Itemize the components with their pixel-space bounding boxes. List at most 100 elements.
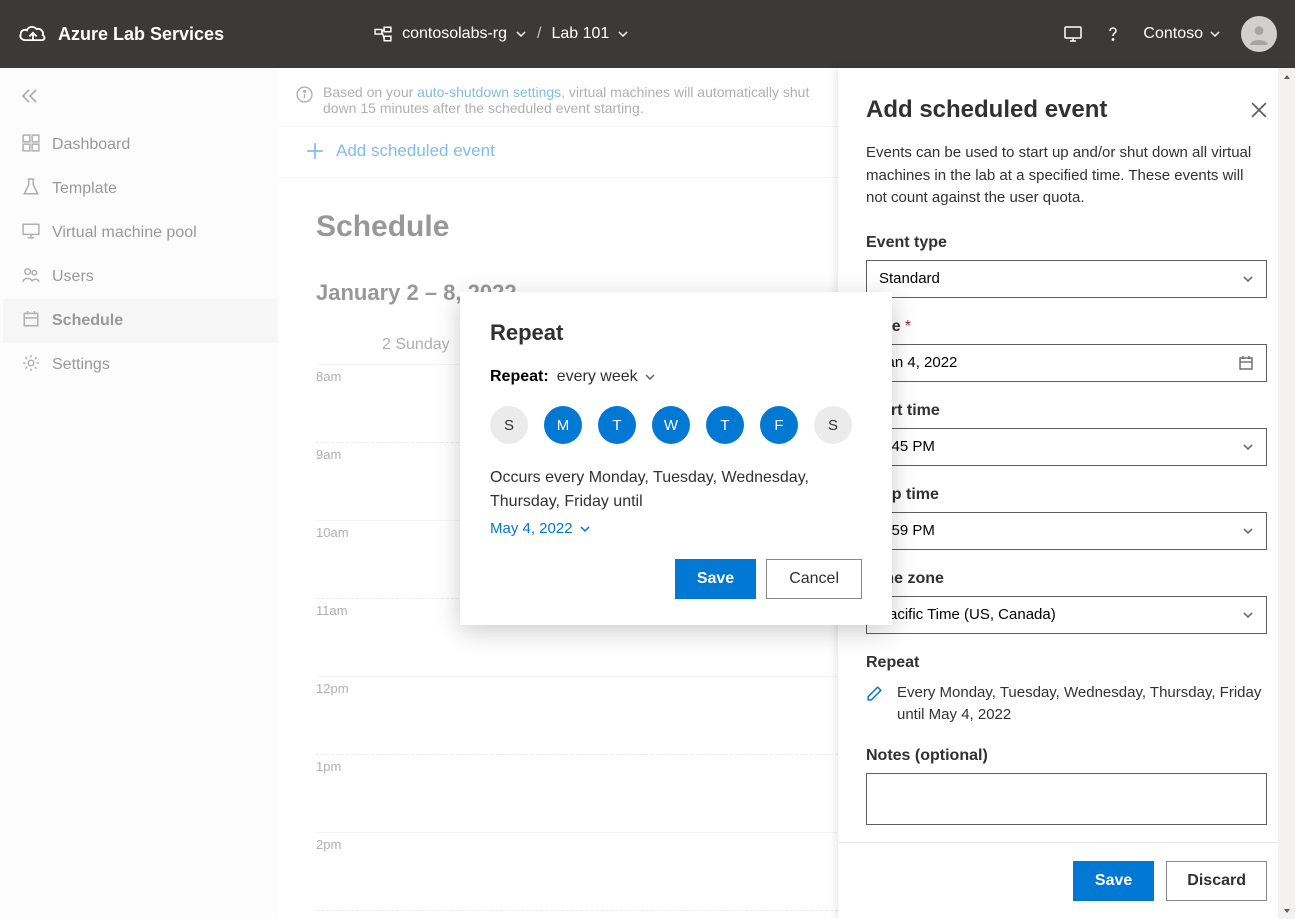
sidebar-item-label: Settings — [52, 356, 110, 374]
calendar-time-label: 10am — [316, 521, 382, 540]
topbar-right: Contoso — [1063, 16, 1277, 52]
schedule-heading: Schedule — [278, 178, 838, 252]
day-toggle-5[interactable]: F — [760, 406, 798, 444]
day-toggle-4[interactable]: T — [706, 406, 744, 444]
sidebar-item-settings[interactable]: Settings — [0, 343, 278, 387]
chevron-down-icon — [1242, 273, 1254, 285]
panel-save-button[interactable]: Save — [1073, 861, 1154, 901]
sidebar-item-schedule[interactable]: Schedule — [0, 299, 278, 343]
time-zone-select[interactable]: Pacific Time (US, Canada) — [866, 596, 1267, 634]
breadcrumb-separator: / — [537, 25, 541, 43]
modal-save-button[interactable]: Save — [675, 559, 756, 599]
sidebar: Dashboard Template Virtual machine pool Use… — [0, 68, 278, 919]
monitor-icon[interactable] — [1063, 24, 1083, 44]
close-icon[interactable] — [1251, 102, 1267, 118]
panel-title: Add scheduled event — [866, 96, 1107, 124]
sidebar-item-users[interactable]: Users — [0, 255, 278, 299]
scroll-down-icon[interactable] — [1278, 902, 1295, 919]
sidebar-item-label: Template — [52, 180, 117, 198]
sidebar-item-label: Users — [52, 268, 94, 286]
dashboard-icon — [22, 134, 40, 157]
collapse-sidebar-button[interactable] — [0, 84, 278, 123]
chevron-down-icon — [515, 28, 527, 40]
modal-actions: Save Cancel — [490, 559, 862, 599]
chevron-down-icon — [617, 28, 629, 40]
panel-header: Add scheduled event — [838, 68, 1295, 142]
scroll-up-icon[interactable] — [1278, 68, 1295, 85]
calendar-time-label: 2pm — [316, 833, 382, 852]
panel-discard-button[interactable]: Discard — [1166, 861, 1267, 901]
auto-shutdown-link[interactable]: auto-shutdown settings — [417, 84, 561, 100]
calendar-time-label: 12pm — [316, 677, 382, 696]
sidebar-item-label: Dashboard — [52, 136, 130, 154]
day-toggle-2[interactable]: T — [598, 406, 636, 444]
day-toggle-1[interactable]: M — [544, 406, 582, 444]
modal-cancel-button[interactable]: Cancel — [766, 559, 862, 599]
resource-group-icon — [374, 25, 392, 43]
occurs-text: Occurs every Monday, Tuesday, Wednesday,… — [490, 466, 862, 514]
repeat-summary-row: Every Monday, Tuesday, Wednesday, Thursd… — [866, 682, 1267, 727]
person-icon — [1248, 23, 1270, 45]
add-scheduled-event-button[interactable]: Add scheduled event — [278, 126, 838, 178]
repeat-summary-text: Every Monday, Tuesday, Wednesday, Thursd… — [897, 682, 1267, 727]
chevron-down-icon — [579, 523, 591, 535]
calendar-icon — [22, 310, 40, 333]
edit-icon[interactable] — [866, 685, 883, 702]
until-date-link[interactable]: May 4, 2022 — [490, 520, 862, 537]
help-icon[interactable] — [1103, 24, 1123, 44]
calendar-day-header: 2 Sunday — [382, 326, 450, 364]
stop-time-select[interactable]: 2:59 PM — [866, 512, 1267, 550]
day-toggle-3[interactable]: W — [652, 406, 690, 444]
brand-area: Azure Lab Services — [18, 23, 224, 45]
topbar: Azure Lab Services contosolabs-rg / Lab … — [0, 0, 1295, 68]
chevron-down-icon — [1242, 441, 1254, 453]
sidebar-item-dashboard[interactable]: Dashboard — [0, 123, 278, 167]
start-time-label: Start time — [866, 402, 1267, 420]
calendar-time-label: 11am — [316, 599, 382, 618]
time-zone-label: Time zone — [866, 570, 1267, 588]
people-icon — [22, 266, 40, 289]
calendar-row: 2pm — [316, 833, 838, 911]
monitor-icon — [22, 222, 40, 245]
panel-body: Events can be used to start up and/or sh… — [838, 142, 1295, 842]
event-type-label: Event type — [866, 234, 1267, 252]
notes-label: Notes (optional) — [866, 747, 1267, 765]
day-toggles: SMTWTFS — [490, 406, 862, 444]
calendar-row: 1pm — [316, 755, 838, 833]
scrollbar[interactable] — [1278, 68, 1295, 919]
breadcrumb-resource-group[interactable]: contosolabs-rg — [402, 25, 527, 43]
gear-icon — [22, 354, 40, 377]
day-toggle-0[interactable]: S — [490, 406, 528, 444]
date-field[interactable]: Jan 4, 2022 — [866, 344, 1267, 382]
repeat-frequency-label: Repeat: — [490, 368, 549, 386]
tenant-dropdown[interactable]: Contoso — [1143, 25, 1221, 43]
azure-logo-icon — [18, 23, 48, 45]
chevron-down-icon — [1209, 28, 1221, 40]
info-icon — [296, 86, 313, 103]
calendar-time-label: 1pm — [316, 755, 382, 774]
start-time-select[interactable]: 1:45 PM — [866, 428, 1267, 466]
notes-textarea[interactable] — [866, 773, 1267, 825]
sidebar-item-virtual-machine-pool[interactable]: Virtual machine pool — [0, 211, 278, 255]
add-event-panel: Add scheduled event Events can be used t… — [838, 68, 1295, 919]
chevron-double-left-icon — [20, 88, 40, 104]
user-avatar[interactable] — [1241, 16, 1277, 52]
breadcrumb-lab[interactable]: Lab 101 — [551, 25, 629, 43]
date-label: Date* — [866, 318, 1267, 336]
panel-description: Events can be used to start up and/or sh… — [866, 142, 1267, 210]
sidebar-item-template[interactable]: Template — [0, 167, 278, 211]
info-bar: Based on your auto-shutdown settings, vi… — [278, 68, 838, 126]
day-toggle-6[interactable]: S — [814, 406, 852, 444]
chevron-down-icon — [644, 371, 656, 383]
event-type-select[interactable]: Standard — [866, 260, 1267, 298]
repeat-frequency-row: Repeat: every week — [490, 368, 862, 386]
stop-time-label: Stop time — [866, 486, 1267, 504]
brand-title: Azure Lab Services — [58, 24, 224, 45]
chevron-down-icon — [1242, 609, 1254, 621]
sidebar-item-label: Virtual machine pool — [52, 224, 197, 242]
repeat-frequency-dropdown[interactable]: every week — [557, 368, 656, 386]
modal-title: Repeat — [490, 320, 862, 346]
flask-icon — [22, 178, 40, 201]
repeat-label: Repeat — [866, 654, 1267, 672]
panel-footer: Save Discard — [838, 842, 1295, 919]
